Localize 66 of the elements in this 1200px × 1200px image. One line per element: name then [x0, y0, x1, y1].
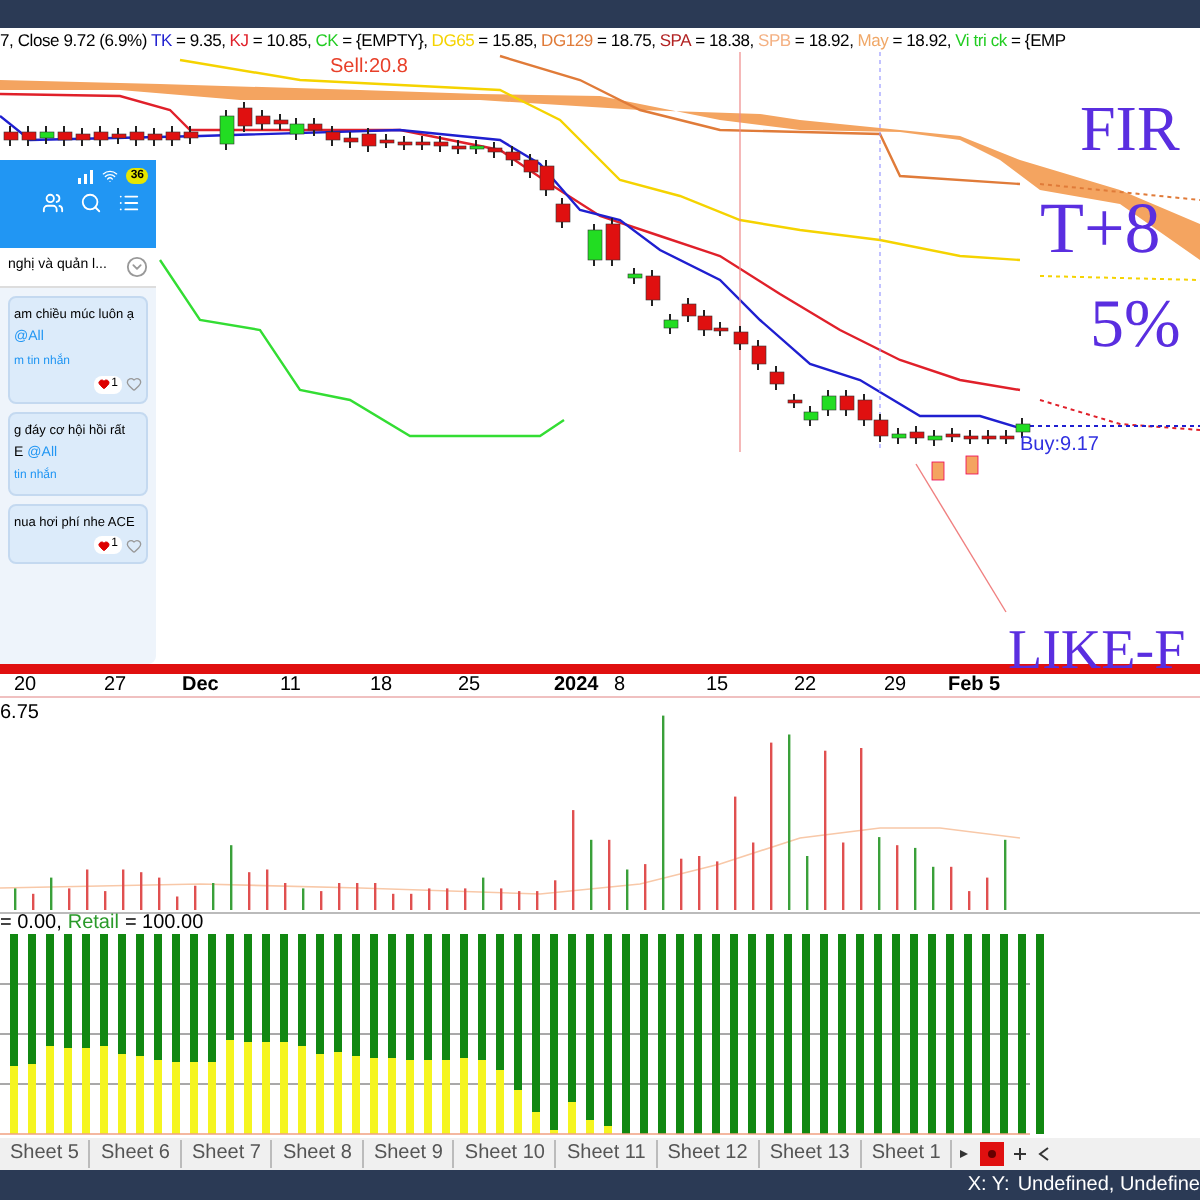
indicator-value: = 18.38, [695, 31, 754, 49]
chevron-left-icon[interactable] [1036, 1146, 1053, 1162]
retail-name: Retail [67, 914, 119, 934]
cursor-coordinates: X: Y: [967, 1172, 1010, 1200]
sheet-tab[interactable]: Sheet 11 [556, 1140, 658, 1168]
indicator-name: DG129 [541, 31, 593, 49]
indicator-name: CK [315, 31, 339, 49]
date-label: 11 [280, 674, 301, 698]
status-text: Undefined, Undefine [1017, 1172, 1200, 1200]
date-label: 15 [706, 674, 729, 698]
indicator-name: SPB [757, 31, 791, 49]
indicator-name: May [857, 31, 889, 49]
sheet-tab[interactable]: Sheet 7 [181, 1140, 273, 1168]
indicator-value: = 10.85, [252, 31, 312, 49]
sheet-tab[interactable]: Sheet 13 [759, 1140, 862, 1168]
signal-icon [78, 169, 95, 183]
indicator-value: = {EMPTY}, [342, 31, 428, 49]
date-label: 8 [614, 674, 626, 698]
heart-icon [97, 539, 110, 551]
date-label: 25 [458, 674, 481, 698]
date-label: 18 [370, 674, 393, 698]
indicator-value: = 18.92, [892, 31, 952, 49]
indicator-value: = 18.75, [596, 31, 656, 49]
sheet-tab[interactable]: Sheet 1 [861, 1140, 953, 1168]
chevron-down-icon[interactable] [126, 256, 148, 278]
sheet-tab[interactable]: Sheet 10 [454, 1140, 557, 1168]
sheet-tab[interactable]: Sheet 12 [657, 1140, 760, 1168]
date-label: 2024 [554, 674, 599, 698]
date-label: 29 [884, 674, 907, 698]
overlay-text: 5% [1090, 292, 1181, 360]
indicator-name: TK [150, 31, 172, 49]
indicator-value: = {EMP [1011, 31, 1066, 49]
members-icon[interactable] [42, 192, 64, 214]
indicator-value: = 9.35, [175, 31, 226, 49]
date-label: Dec [182, 674, 219, 698]
wifi-icon [102, 168, 119, 184]
volume-max-label: 6.75 [0, 700, 39, 728]
close-value: 7, Close 9.72 (6.9%) [0, 31, 147, 49]
sheet-tab[interactable]: Sheet 8 [272, 1140, 364, 1168]
date-label: 22 [794, 674, 817, 698]
scroll-right-icon[interactable] [956, 1146, 973, 1162]
sheet-tab[interactable]: Sheet 6 [90, 1140, 182, 1168]
signal-marker [965, 455, 979, 475]
retail-prefix: = 0.00, [0, 914, 62, 934]
indicator-name: Vi tri ck [955, 31, 1007, 49]
heart-icon [97, 378, 110, 390]
indicator-value: = 18.92, [794, 31, 854, 49]
menu-icon[interactable] [118, 192, 140, 214]
tab-action-icon[interactable] [980, 1142, 1005, 1166]
overlay-text: FIR [1080, 96, 1180, 160]
indicator-name: SPA [659, 31, 692, 49]
overlay-text: T+8 [1040, 192, 1161, 264]
date-label: 27 [104, 674, 127, 698]
sheet-tab[interactable]: Sheet 9 [363, 1140, 455, 1168]
indicator-value: = 15.85, [478, 31, 538, 49]
sell-label: Sell:20.8 [330, 58, 408, 78]
date-label: 20 [14, 674, 37, 698]
sheet-tab[interactable]: Sheet 5 [0, 1140, 91, 1168]
add-tab-icon[interactable] [1012, 1146, 1029, 1162]
signal-marker [931, 461, 945, 481]
retail-value: = 100.00 [124, 914, 204, 934]
date-label: Feb 5 [948, 674, 1001, 698]
search-icon[interactable] [80, 192, 102, 214]
indicator-name: DG65 [431, 31, 475, 49]
indicator-name: KJ [229, 31, 249, 49]
buy-label: Buy:9.17 [1020, 432, 1099, 460]
